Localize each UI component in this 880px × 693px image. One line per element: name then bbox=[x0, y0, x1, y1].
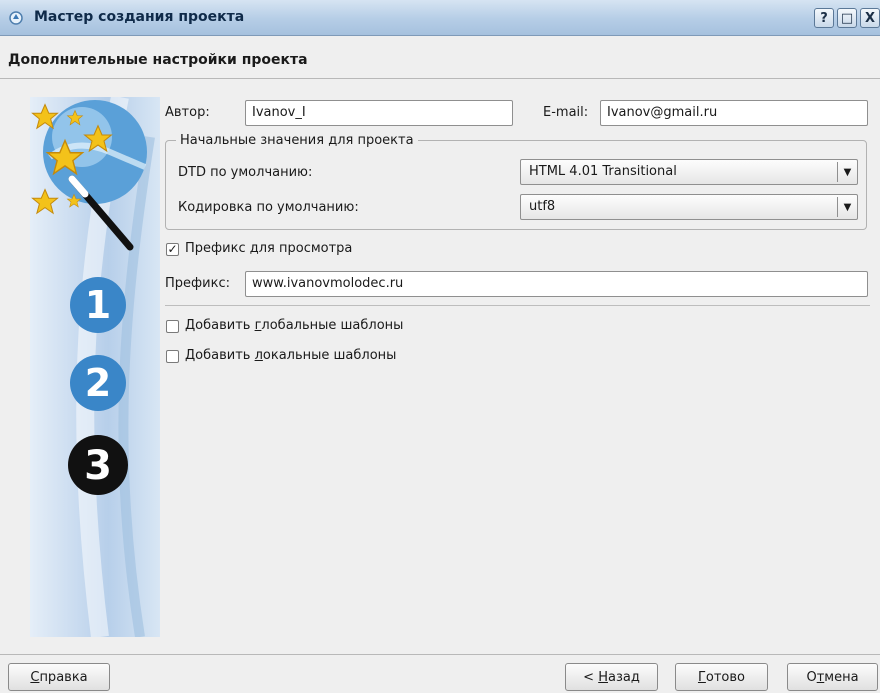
encoding-select-value: utf8 bbox=[529, 199, 556, 214]
star-icon bbox=[31, 188, 59, 215]
help-button[interactable]: ? bbox=[814, 8, 834, 28]
step-2-number: 2 bbox=[85, 361, 111, 405]
window-title: Мастер создания проекта bbox=[34, 9, 245, 25]
wizard-side-image: 1 2 3 bbox=[30, 97, 160, 637]
back-button[interactable]: < Назад bbox=[565, 663, 658, 691]
project-defaults-title: Начальные значения для проекта bbox=[176, 133, 418, 148]
email-label: E-mail: bbox=[543, 105, 589, 120]
chevron-down-icon[interactable]: ▼ bbox=[837, 162, 857, 182]
app-icon bbox=[9, 11, 23, 25]
dtd-select-value: HTML 4.01 Transitional bbox=[529, 164, 677, 179]
author-input[interactable]: Ivanov_I bbox=[245, 100, 513, 126]
preview-prefix-checkbox[interactable]: ✓ bbox=[166, 243, 179, 256]
page-title: Дополнительные настройки проекта bbox=[8, 52, 308, 68]
window-titlebar: Мастер создания проекта ? □ X bbox=[0, 0, 880, 36]
step-3-icon: 3 bbox=[68, 435, 128, 495]
prefix-label: Префикс: bbox=[165, 276, 230, 291]
star-icon bbox=[31, 103, 59, 130]
email-input[interactable]: Ivanov@gmail.ru bbox=[600, 100, 868, 126]
maximize-button[interactable]: □ bbox=[837, 8, 857, 28]
finish-button[interactable]: Готово bbox=[675, 663, 768, 691]
star-icon bbox=[45, 138, 85, 176]
chevron-down-icon[interactable]: ▼ bbox=[837, 197, 857, 217]
step-1-icon: 1 bbox=[70, 277, 126, 333]
step-1-number: 1 bbox=[85, 283, 111, 327]
header-divider bbox=[0, 78, 880, 79]
close-button[interactable]: X bbox=[860, 8, 880, 28]
dtd-select[interactable]: HTML 4.01 Transitional ▼ bbox=[520, 159, 858, 185]
cancel-button[interactable]: От мена bbox=[787, 663, 878, 691]
global-templates-label[interactable]: Добавить глобальные шаблоны bbox=[185, 318, 403, 333]
step-2-icon: 2 bbox=[70, 355, 126, 411]
prefix-input[interactable]: www.ivanovmolodec.ru bbox=[245, 271, 868, 297]
local-templates-label[interactable]: Добавить локальные шаблоны bbox=[185, 348, 396, 363]
star-icon bbox=[66, 193, 82, 208]
global-templates-checkbox[interactable] bbox=[166, 320, 179, 333]
dtd-label: DTD по умолчанию: bbox=[178, 165, 313, 180]
local-templates-checkbox[interactable] bbox=[166, 350, 179, 363]
author-label: Автор: bbox=[165, 105, 210, 120]
preview-prefix-label[interactable]: Префикс для просмотра bbox=[185, 241, 352, 256]
section-divider bbox=[165, 305, 870, 306]
footer-divider bbox=[0, 654, 880, 655]
help-footer-button[interactable]: Справка bbox=[8, 663, 110, 691]
step-3-number: 3 bbox=[84, 443, 112, 489]
encoding-select[interactable]: utf8 ▼ bbox=[520, 194, 858, 220]
star-icon bbox=[83, 124, 113, 153]
encoding-label: Кодировка по умолчанию: bbox=[178, 200, 359, 215]
